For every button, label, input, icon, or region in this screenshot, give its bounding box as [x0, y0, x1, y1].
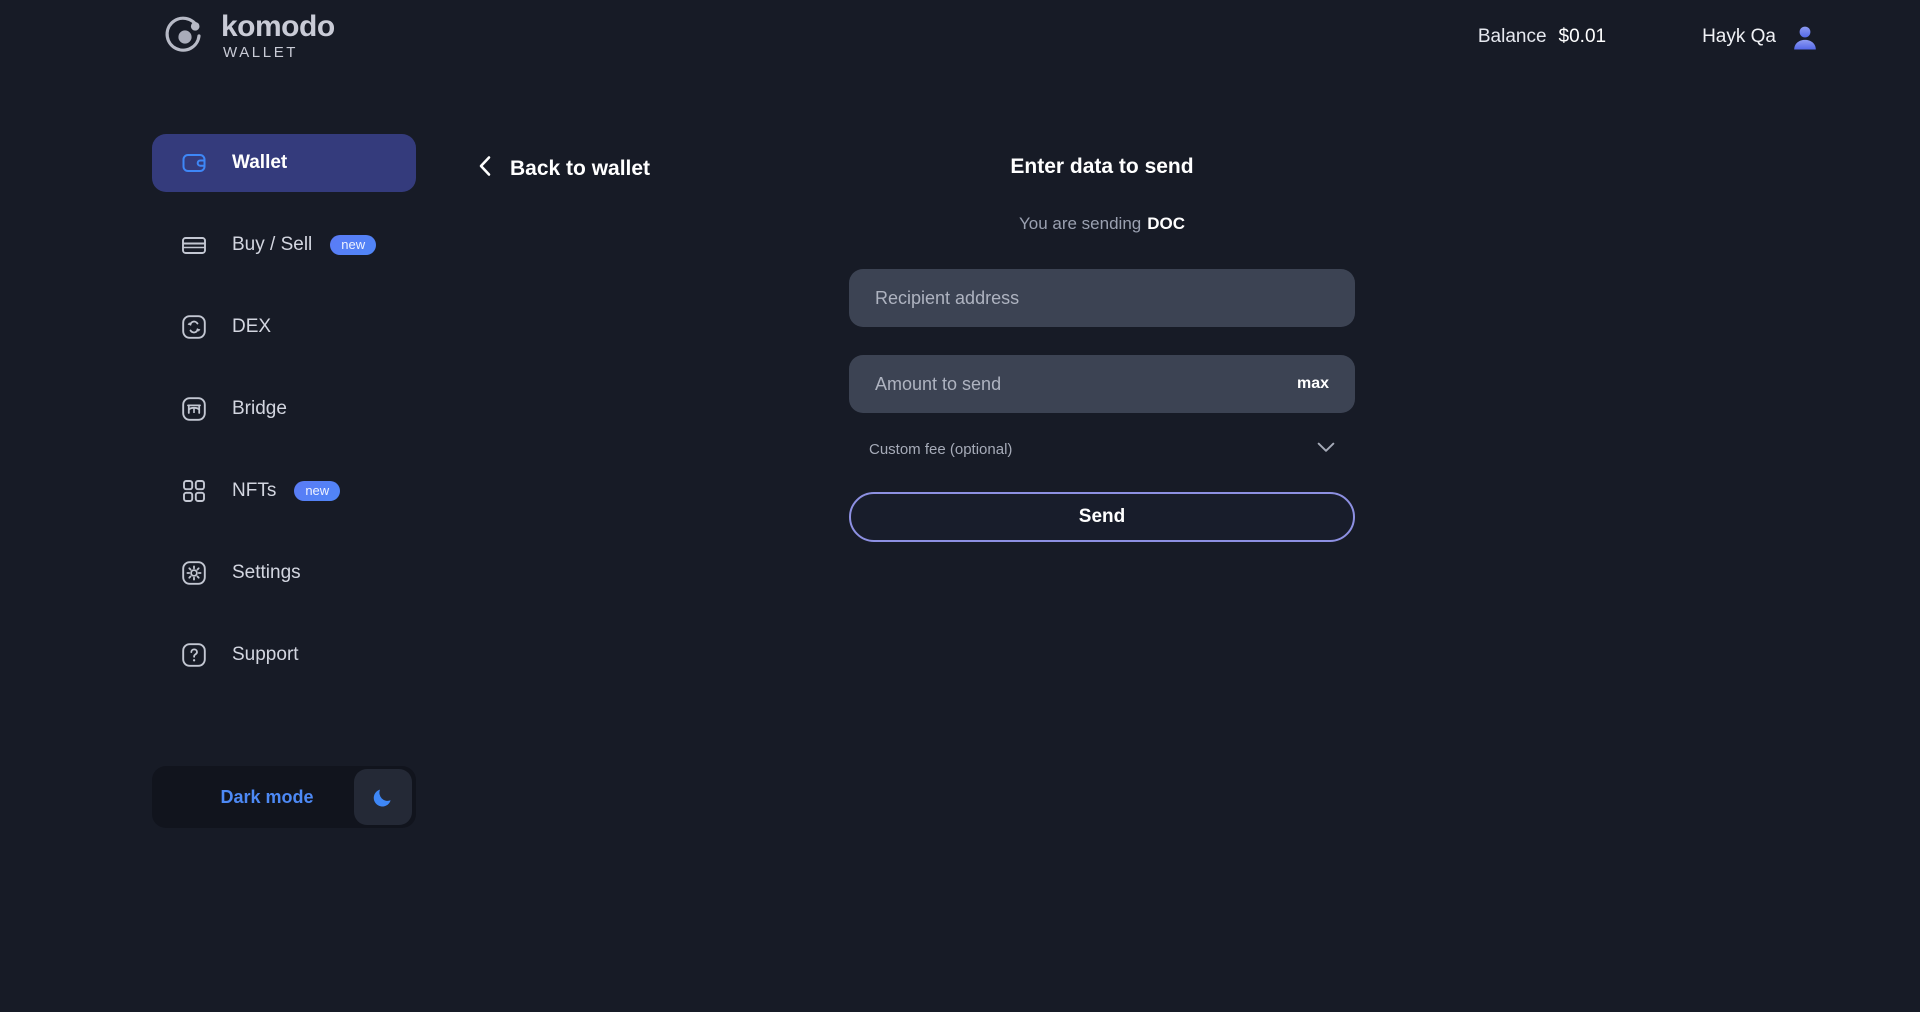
balance-display: Balance $0.01 [1478, 26, 1606, 48]
badge-new: new [330, 235, 377, 255]
balance-label: Balance [1477, 26, 1547, 47]
sidebar-item-label: DEX [232, 316, 272, 337]
user-avatar-icon[interactable] [1790, 22, 1820, 52]
swap-icon [180, 313, 208, 341]
page-title: Enter data to send [1010, 155, 1194, 178]
komodo-logo-icon [163, 14, 207, 58]
sidebar-navigation: Wallet Buy / Sell new DEX Bridge NFTs ne… [152, 134, 416, 684]
sidebar-item-label: Settings [232, 562, 301, 583]
brand-logo[interactable]: komodo WALLET [163, 12, 335, 60]
recipient-address-placeholder: Recipient address [875, 287, 1020, 308]
sidebar-item-buy-sell[interactable]: Buy / Sell new [152, 216, 416, 274]
amount-to-send-input[interactable]: Amount to send max [849, 355, 1355, 413]
balance-value: $0.01 [1558, 26, 1607, 47]
question-icon [180, 641, 208, 669]
sidebar-item-bridge[interactable]: Bridge [152, 380, 416, 438]
sidebar-item-label: NFTs [232, 480, 277, 501]
wallet-icon [180, 149, 208, 177]
sidebar-item-dex[interactable]: DEX [152, 298, 416, 356]
back-to-wallet-label: Back to wallet [510, 156, 651, 180]
dark-mode-toggle[interactable]: Dark mode [152, 766, 416, 828]
badge-new: new [294, 481, 341, 501]
sidebar-item-settings[interactable]: Settings [152, 544, 416, 602]
sidebar-item-label: Support [232, 644, 299, 665]
dark-mode-label: Dark mode [220, 786, 314, 807]
custom-fee-dropdown[interactable]: Custom fee (optional) [849, 434, 1355, 464]
bridge-icon [180, 395, 208, 423]
sidebar-item-support[interactable]: Support [152, 626, 416, 684]
moon-icon[interactable] [354, 769, 412, 825]
sidebar-item-label: Wallet [232, 152, 288, 173]
recipient-address-input[interactable]: Recipient address [849, 269, 1355, 327]
header-right-group: Balance $0.01 Hayk Qa [1478, 22, 1820, 52]
grid-icon [180, 477, 208, 505]
send-button-label: Send [1078, 506, 1126, 527]
card-icon [180, 231, 208, 259]
amount-placeholder: Amount to send [875, 373, 1002, 394]
brand-name: komodo [221, 10, 335, 43]
sidebar-item-nfts[interactable]: NFTs new [152, 462, 416, 520]
sidebar-item-wallet[interactable]: Wallet [152, 134, 416, 192]
back-to-wallet-button[interactable]: Back to wallet [478, 155, 650, 182]
chevron-left-icon [478, 155, 492, 182]
sending-prefix: You are sending [1018, 214, 1142, 233]
user-menu[interactable]: Hayk Qa [1702, 22, 1820, 52]
sidebar-item-label: Buy / Sell [232, 234, 313, 255]
app-header: komodo WALLET Balance $0.01 Hayk Qa [0, 0, 1920, 84]
sidebar-item-label: Bridge [232, 398, 287, 419]
custom-fee-label: Custom fee (optional) [869, 440, 1013, 458]
gear-icon [180, 559, 208, 587]
sending-coin-label: You are sending DOC [849, 214, 1355, 234]
send-button[interactable]: Send [849, 492, 1355, 542]
brand-subtitle: WALLET [223, 44, 299, 61]
sending-coin-ticker: DOC [1147, 214, 1186, 233]
max-button[interactable]: max [1297, 375, 1329, 393]
user-name: Hayk Qa [1702, 26, 1776, 47]
chevron-down-icon[interactable] [1317, 440, 1335, 458]
